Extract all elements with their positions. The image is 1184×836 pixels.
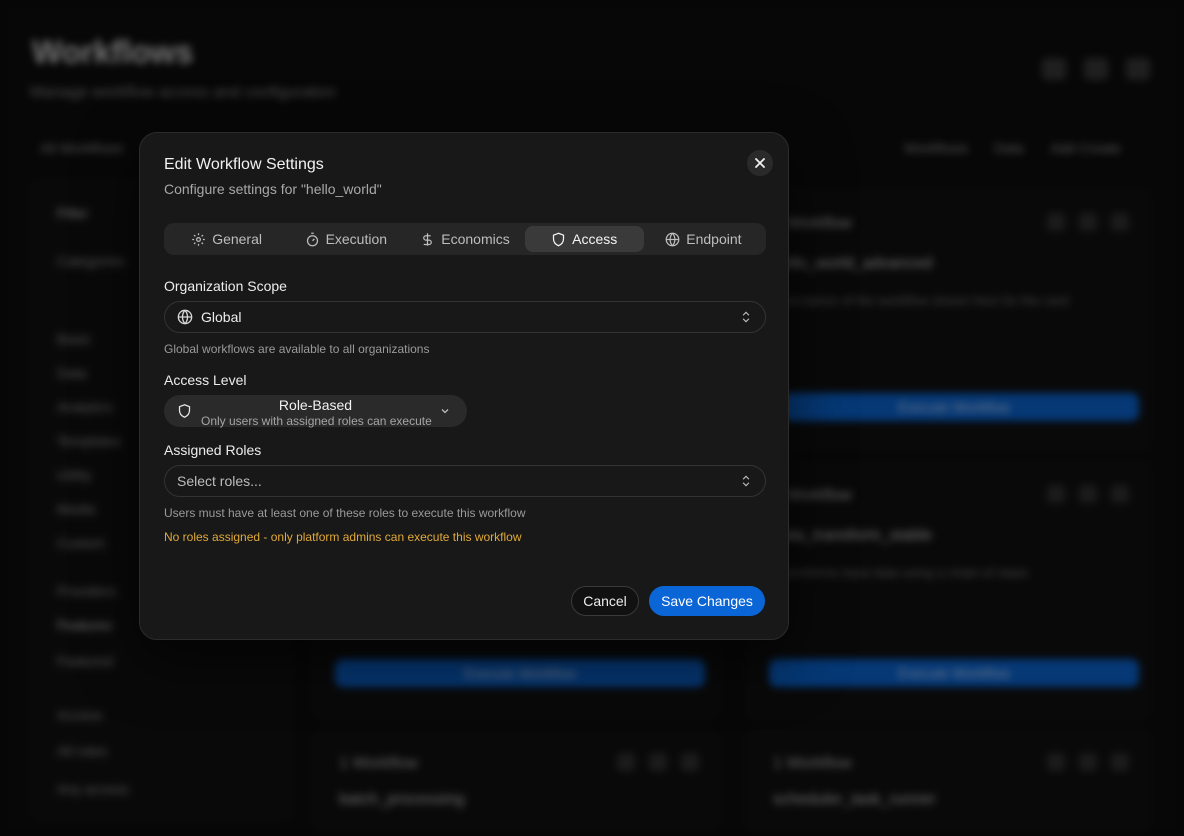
close-icon xyxy=(755,158,765,168)
assigned-roles-select[interactable]: Select roles... xyxy=(164,465,766,497)
settings-tabs: General Execution Economics Access Endpo… xyxy=(164,223,766,255)
access-level-value: Role-Based xyxy=(278,397,353,413)
tab-access[interactable]: Access xyxy=(524,226,644,252)
assigned-roles-label: Assigned Roles xyxy=(164,442,262,458)
chevrons-up-down-icon xyxy=(742,475,750,487)
edit-workflow-dialog: Edit Workflow Settings Configure setting… xyxy=(139,132,789,640)
tab-label: Economics xyxy=(441,231,510,247)
org-scope-helper: Global workflows are available to all or… xyxy=(164,342,430,356)
access-level-select[interactable]: Role-Based Only users with assigned role… xyxy=(164,395,467,428)
tab-label: General xyxy=(212,231,262,247)
tab-label: Endpoint xyxy=(686,231,742,247)
access-level-label: Access Level xyxy=(164,372,247,388)
dialog-description: Configure settings for "hello_world" xyxy=(164,181,382,197)
timer-icon xyxy=(306,232,318,246)
access-level-description: Only users with assigned roles can execu… xyxy=(201,414,432,428)
assigned-roles-helper: Users must have at least one of these ro… xyxy=(164,506,526,520)
dialog-title: Edit Workflow Settings xyxy=(164,156,324,173)
tab-general[interactable]: General xyxy=(167,226,286,252)
tab-endpoint[interactable]: Endpoint xyxy=(644,226,763,252)
tab-execution[interactable]: Execution xyxy=(286,226,405,252)
globe-icon xyxy=(665,232,680,246)
gear-icon xyxy=(192,232,205,246)
globe-icon xyxy=(177,309,193,325)
assigned-roles-warning: No roles assigned - only platform admins… xyxy=(164,530,522,544)
tab-label: Access xyxy=(572,231,618,247)
chevrons-up-down-icon xyxy=(742,311,750,323)
org-scope-select[interactable]: Global xyxy=(164,301,766,333)
tab-label: Execution xyxy=(325,231,388,247)
tab-economics[interactable]: Economics xyxy=(405,226,524,252)
chevron-down-icon xyxy=(441,409,449,414)
org-scope-label: Organization Scope xyxy=(164,278,287,294)
cancel-button[interactable]: Cancel xyxy=(571,586,639,616)
assigned-roles-placeholder: Select roles... xyxy=(177,473,262,489)
close-button[interactable] xyxy=(747,150,773,176)
shield-icon xyxy=(553,232,565,246)
save-changes-button[interactable]: Save Changes xyxy=(649,586,765,616)
dollar-icon xyxy=(423,232,433,246)
org-scope-value: Global xyxy=(201,309,242,325)
